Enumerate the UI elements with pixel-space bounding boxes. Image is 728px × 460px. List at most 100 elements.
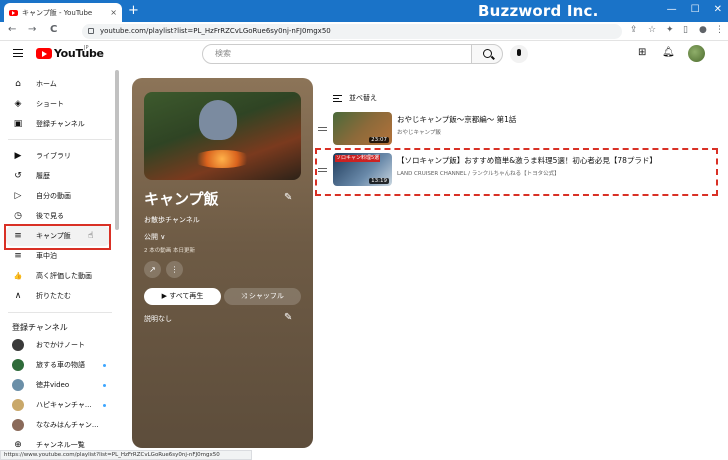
playlist-thumbnail[interactable]	[144, 92, 301, 180]
thumbnail-person	[199, 100, 237, 140]
sidebar-item-collapse[interactable]: ∧ 折りたたむ	[6, 286, 110, 306]
sidebar-item-all-channels[interactable]: ⊕ チャンネル一覧	[6, 435, 110, 450]
channel-avatar	[12, 399, 24, 411]
sidebar-item-label: チャンネル一覧	[36, 441, 85, 449]
account-avatar[interactable]	[688, 45, 705, 62]
status-bar-url: https://www.youtube.com/playlist?list=PL…	[0, 450, 252, 460]
extensions-icon[interactable]: ✦	[666, 25, 674, 35]
sidebar-item-your-videos[interactable]: ▷ 自分の動画	[6, 186, 110, 206]
shuffle-label: シャッフル	[248, 292, 284, 300]
share-icon[interactable]: ⇪	[630, 25, 638, 35]
new-content-dot	[103, 384, 106, 387]
sort-icon	[333, 94, 342, 102]
edit-description-pencil-icon[interactable]: ✎	[284, 312, 292, 323]
sidebar-item-shorts[interactable]: ◈ ショート	[6, 94, 110, 114]
shuffle-button[interactable]: ⤨ シャッフル	[224, 288, 301, 305]
playlist-header-panel: キャンプ飯 ✎ お散歩チャンネル 公開 ∨ 2 本の動画 本日更新 ↗ ⋮ ▶ …	[132, 78, 313, 448]
youtube-favicon-icon	[9, 9, 18, 16]
subscription-item[interactable]: おでかけノート	[6, 335, 110, 355]
forward-icon[interactable]: →	[28, 24, 36, 35]
thumbnail-fire	[192, 150, 252, 168]
sidebar-item-library[interactable]: ▶ ライブラリ	[6, 146, 110, 166]
sidebar-item-history[interactable]: ↺ 履歴	[6, 166, 110, 186]
channel-avatar	[12, 339, 24, 351]
video-thumbnail[interactable]: 23:07	[333, 112, 392, 145]
sidebar-item-label: 高く評価した動画	[36, 272, 92, 280]
video-channel[interactable]: おやじキャンプ飯	[397, 128, 441, 136]
sort-button[interactable]: 並べ替え	[333, 93, 377, 103]
share-arrow-icon: ↗	[149, 265, 156, 274]
share-button[interactable]: ↗	[144, 261, 161, 278]
subscriptions-icon: ▣	[13, 119, 23, 129]
subscription-label: ななみはんチャン...	[36, 421, 99, 429]
close-window-icon[interactable]: ✕	[714, 4, 722, 15]
play-all-button[interactable]: ▶ すべて再生	[144, 288, 221, 305]
youtube-header: YouTube JP 検索 ⊞ 🔔︎	[0, 41, 728, 67]
notifications-bell-icon[interactable]: 🔔︎	[662, 47, 675, 58]
your-videos-icon: ▷	[14, 191, 22, 201]
subscription-item[interactable]: 旅する車の物語	[6, 355, 110, 375]
sidebar-item-label: 登録チャンネル	[36, 120, 85, 128]
sidebar-item-label: 折りたたむ	[36, 292, 71, 300]
drag-handle-icon[interactable]	[318, 127, 327, 131]
back-icon[interactable]: ←	[8, 24, 16, 35]
channel-avatar	[12, 359, 24, 371]
youtube-logo-text[interactable]: YouTube	[54, 47, 104, 60]
video-duration: 23:07	[369, 137, 389, 143]
browser-tab[interactable]: キャンプ飯 - YouTube ×	[4, 3, 122, 22]
chevron-up-icon: ∧	[14, 291, 22, 301]
search-button[interactable]	[471, 44, 503, 64]
youtube-logo-icon[interactable]	[36, 48, 52, 59]
subscription-item[interactable]: 徳井video	[6, 375, 110, 395]
maximize-icon[interactable]: ☐	[691, 4, 700, 15]
url-text: youtube.com/playlist?list=PL_HzFrRZCvLGo…	[100, 27, 331, 35]
video-title[interactable]: おやじキャンプ飯〜京都編〜 第1話	[397, 114, 516, 125]
profile-icon[interactable]: ●	[699, 25, 707, 35]
sidepanel-icon[interactable]: ▯	[683, 25, 688, 35]
annotation-highlight-box	[4, 224, 111, 250]
create-video-icon[interactable]: ⊞	[638, 47, 646, 58]
shuffle-icon: ⤨	[241, 292, 249, 300]
like-icon: 👍	[13, 272, 23, 280]
sort-label: 並べ替え	[349, 94, 377, 102]
url-field[interactable]: youtube.com/playlist?list=PL_HzFrRZCvLGo…	[82, 24, 622, 39]
playlist-title: キャンプ飯	[144, 190, 219, 208]
more-options-button[interactable]: ⋮	[166, 261, 183, 278]
sidebar-item-liked-videos[interactable]: 👍 高く評価した動画	[6, 266, 110, 286]
reload-icon[interactable]: C	[50, 24, 57, 35]
visibility-dropdown[interactable]: 公開 ∨	[144, 232, 165, 242]
subscription-item[interactable]: ハピキャンチャ...	[6, 395, 110, 415]
playlist-owner[interactable]: お散歩チャンネル	[144, 215, 200, 225]
playlist-meta: 2 本の動画 本日更新	[144, 248, 195, 254]
library-icon: ▶	[14, 151, 22, 161]
channel-avatar	[12, 379, 24, 391]
sidebar-item-watch-later[interactable]: ◷ 後で見る	[6, 206, 110, 226]
playlist-video-row[interactable]: 23:07 おやじキャンプ飯〜京都編〜 第1話 おやじキャンプ飯	[318, 112, 718, 152]
sidebar-divider	[8, 139, 112, 140]
brand-watermark: Buzzword Inc.	[478, 2, 599, 20]
lock-icon	[88, 28, 94, 34]
sidebar-item-label: ライブラリ	[36, 152, 71, 160]
minimize-icon[interactable]: —	[667, 4, 677, 15]
bookmark-star-icon[interactable]: ☆	[648, 25, 656, 35]
new-content-dot	[103, 364, 106, 367]
sidebar-item-subscriptions[interactable]: ▣ 登録チャンネル	[6, 114, 110, 134]
subscription-item[interactable]: ななみはんチャン...	[6, 415, 110, 435]
sidebar-item-home[interactable]: ⌂ ホーム	[6, 74, 110, 94]
browser-menu-icon[interactable]: ⋮	[715, 25, 724, 35]
sidebar-item-label: 後で見る	[36, 212, 64, 220]
menu-hamburger-icon[interactable]	[13, 49, 23, 57]
search-input[interactable]: 検索	[202, 44, 472, 64]
new-tab-button[interactable]: +	[128, 4, 139, 18]
browser-titlebar: キャンプ飯 - YouTube × + Buzzword Inc. — ☐ ✕	[0, 0, 728, 22]
tab-close-icon[interactable]: ×	[110, 8, 117, 17]
edit-title-pencil-icon[interactable]: ✎	[284, 192, 292, 203]
playlist-icon: ≡	[14, 251, 22, 261]
region-label: JP	[84, 45, 89, 51]
address-bar: ← → C youtube.com/playlist?list=PL_HzFrR…	[0, 22, 728, 41]
voice-search-icon[interactable]	[510, 45, 528, 63]
sidebar-scrollbar[interactable]	[115, 70, 119, 230]
subscription-label: おでかけノート	[36, 341, 85, 349]
sidebar-item-label: 自分の動画	[36, 192, 71, 200]
sidebar-divider	[8, 312, 112, 313]
